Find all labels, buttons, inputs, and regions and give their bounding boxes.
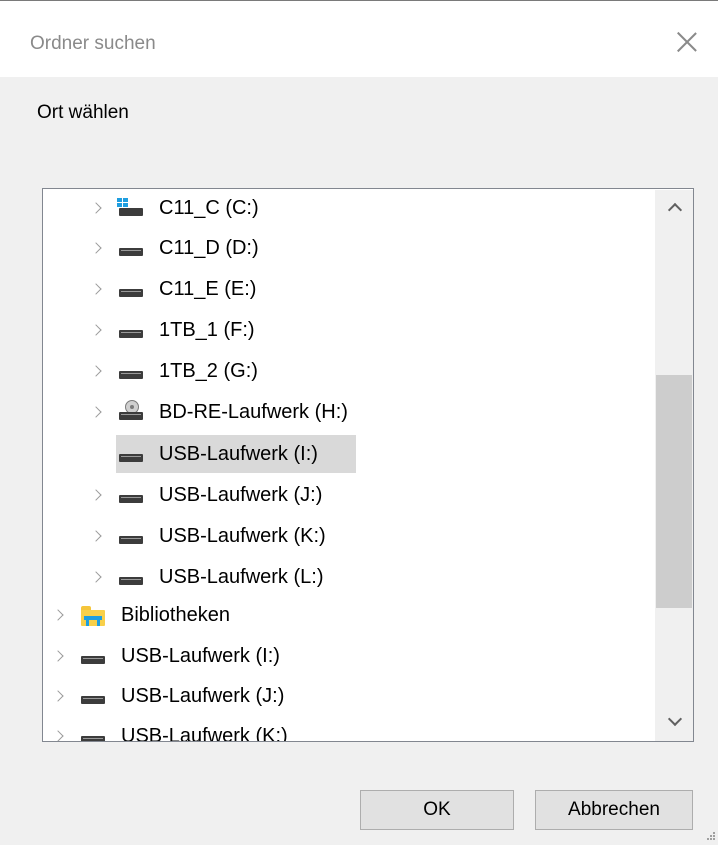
close-icon[interactable]: [676, 31, 698, 53]
tree-item-c11-c[interactable]: C11_C (C:): [91, 189, 259, 227]
chevron-right-icon[interactable]: [91, 488, 105, 502]
tree-item-c11-e[interactable]: C11_E (E:): [91, 270, 256, 308]
tree-item-label: BD-RE-Laufwerk (H:): [159, 400, 348, 423]
drive-icon: [117, 236, 147, 260]
cancel-button[interactable]: Abbrechen: [535, 790, 693, 830]
drive-icon: [117, 524, 147, 548]
chevron-right-icon[interactable]: [91, 529, 105, 543]
tree-item-1tb-1[interactable]: 1TB_1 (F:): [91, 311, 255, 349]
drive-icon: [117, 483, 147, 507]
tree-item-1tb-2[interactable]: 1TB_2 (G:): [91, 352, 258, 390]
tree-item-label: USB-Laufwerk (L:): [159, 565, 324, 588]
scroll-up-icon[interactable]: [655, 190, 693, 226]
scroll-down-icon[interactable]: [655, 705, 693, 741]
chevron-right-icon[interactable]: [91, 570, 105, 584]
tree-item-usb-k-root[interactable]: USB-Laufwerk (K:): [53, 717, 288, 742]
tree-item-label: 1TB_1 (F:): [159, 318, 255, 341]
tree-item-usb-j-root[interactable]: USB-Laufwerk (J:): [53, 677, 284, 715]
drive-icon: [117, 565, 147, 589]
chevron-right-icon[interactable]: [53, 689, 67, 703]
chevron-right-icon[interactable]: [91, 241, 105, 255]
tree-item-label: C11_C (C:): [159, 196, 259, 219]
tree-item-usb-l[interactable]: USB-Laufwerk (L:): [91, 558, 324, 596]
tree-item-usb-i-selected[interactable]: USB-Laufwerk (I:): [91, 435, 318, 473]
tree-item-label: C11_E (E:): [159, 277, 257, 300]
drive-icon: [117, 318, 147, 342]
tree-item-label: USB-Laufwerk (K:): [121, 724, 288, 742]
chevron-right-icon[interactable]: [91, 364, 105, 378]
tree-item-usb-i-root[interactable]: USB-Laufwerk (I:): [53, 637, 280, 675]
optical-drive-icon: [117, 400, 147, 424]
libraries-icon: [79, 603, 109, 627]
drive-icon: [79, 684, 109, 708]
tree-item-label: USB-Laufwerk (K:): [159, 524, 326, 547]
chevron-right-icon[interactable]: [53, 608, 67, 622]
tree-item-bd-re[interactable]: BD-RE-Laufwerk (H:): [91, 393, 348, 431]
chevron-placeholder: [91, 447, 105, 461]
chevron-right-icon[interactable]: [91, 282, 105, 296]
tree-item-label: USB-Laufwerk (I:): [159, 442, 318, 465]
window-title: Ordner suchen: [30, 33, 156, 54]
chevron-right-icon[interactable]: [91, 323, 105, 337]
tree-item-label: 1TB_2 (G:): [159, 359, 258, 382]
tree-item-label: USB-Laufwerk (J:): [121, 684, 285, 707]
scrollbar-thumb[interactable]: [656, 375, 692, 608]
drive-icon: [117, 442, 147, 466]
folder-tree[interactable]: C11_C (C:) C11_D (D:) C11_E (E:) 1TB_1 (…: [42, 188, 694, 742]
drive-icon: [79, 724, 109, 741]
dialog-prompt: Ort wählen: [37, 102, 129, 123]
dialog-body: Ort wählen C11_C (C:) C11_D (D:) C11_E (…: [0, 77, 718, 845]
tree-item-usb-j[interactable]: USB-Laufwerk (J:): [91, 476, 322, 514]
windows-drive-icon: [117, 196, 147, 220]
drive-icon: [117, 277, 147, 301]
tree-item-bibliotheken[interactable]: Bibliotheken: [53, 596, 230, 634]
resize-grip-icon[interactable]: [707, 832, 716, 841]
title-bar: Ordner suchen: [0, 1, 718, 77]
drive-icon: [79, 644, 109, 668]
ok-button[interactable]: OK: [360, 790, 514, 830]
tree-item-label: C11_D (D:): [159, 236, 259, 259]
tree-item-label: USB-Laufwerk (I:): [121, 644, 280, 667]
tree-item-c11-d[interactable]: C11_D (D:): [91, 229, 259, 267]
drive-icon: [117, 359, 147, 383]
chevron-right-icon[interactable]: [91, 405, 105, 419]
tree-item-label: Bibliotheken: [121, 603, 230, 626]
tree-item-usb-k[interactable]: USB-Laufwerk (K:): [91, 517, 326, 555]
vertical-scrollbar[interactable]: [655, 190, 693, 741]
tree-item-label: USB-Laufwerk (J:): [159, 483, 323, 506]
chevron-right-icon[interactable]: [91, 201, 105, 215]
chevron-right-icon[interactable]: [53, 729, 67, 741]
chevron-right-icon[interactable]: [53, 649, 67, 663]
